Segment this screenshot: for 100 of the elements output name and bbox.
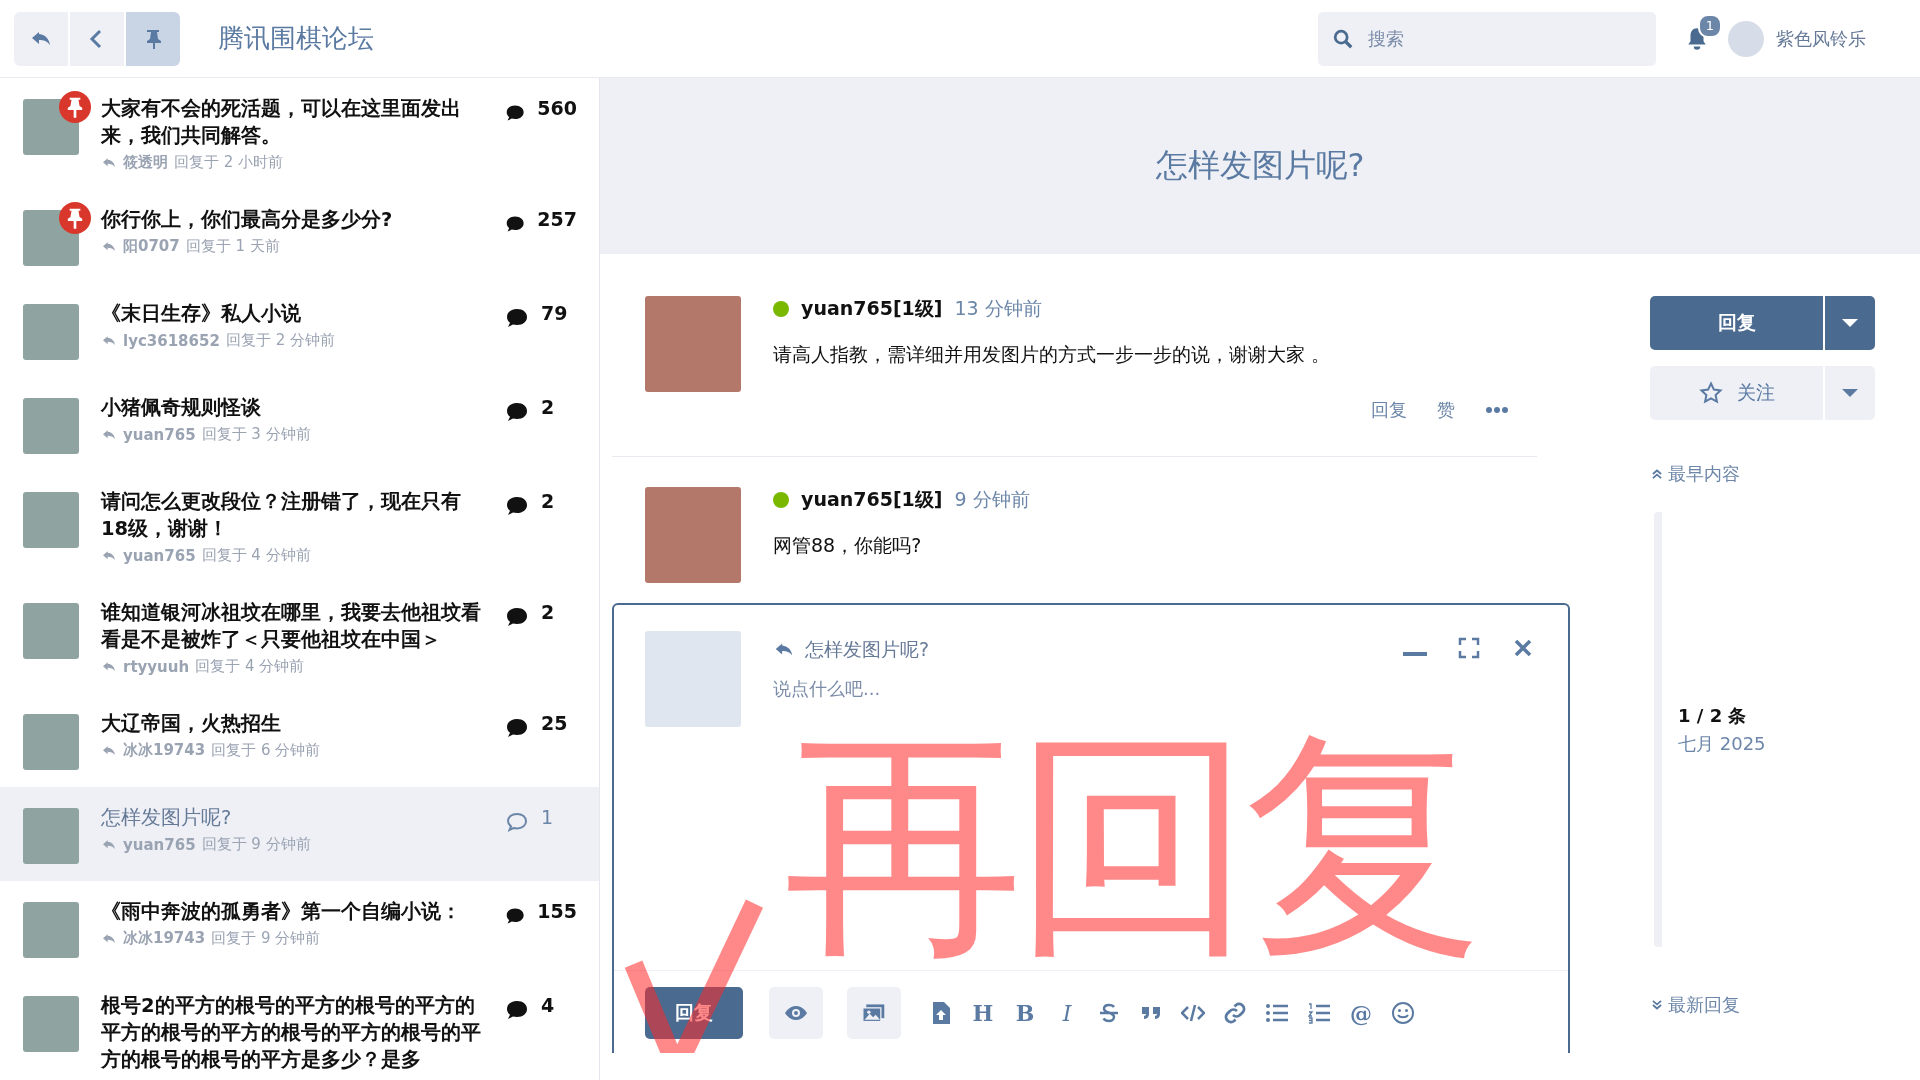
reply-count: 257	[537, 208, 577, 230]
follow-button[interactable]: 关注	[1650, 366, 1823, 420]
topic-row[interactable]: 请问怎么更改段位？注册错了，现在只有18级，谢谢！ yuan765 回复于 4 分钟前 2	[0, 471, 599, 582]
topic-row[interactable]: 《雨中奔波的孤勇者》第一个自编小说： 冰冰19743 回复于 9 分钟前 155	[0, 881, 599, 975]
more-icon	[1485, 406, 1509, 414]
double-chevron-down-icon	[1650, 998, 1664, 1012]
discussion-title: 怎样发图片呢?	[1155, 145, 1365, 186]
caret-icon	[1842, 319, 1858, 327]
search-input[interactable]: 搜索	[1366, 27, 1630, 50]
star-icon	[1698, 381, 1723, 405]
topic-title[interactable]: 请问怎么更改段位？注册错了，现在只有18级，谢谢！	[101, 488, 483, 542]
reply-button[interactable]	[14, 11, 68, 66]
reply-author[interactable]: yuan765	[123, 546, 196, 565]
topic-title[interactable]: 大辽帝国，火热招生	[101, 710, 483, 737]
reply-time: 回复于 9 分钟前	[201, 835, 311, 854]
format-button[interactable]: I	[1051, 997, 1083, 1029]
username[interactable]: 紫色风铃乐	[1776, 26, 1866, 51]
post-action-button[interactable]: 回复	[1363, 394, 1415, 426]
reply-author[interactable]: 冰冰19743	[123, 741, 206, 760]
timeline-track[interactable]: 1 / 2 条 七月 2025	[1654, 512, 1875, 947]
reply-count: 1	[541, 806, 554, 828]
dropdown-button[interactable]	[1825, 366, 1875, 420]
pin-button[interactable]	[126, 11, 180, 66]
reply-count: 4	[541, 994, 555, 1016]
topic-title[interactable]: 谁知道银河冰祖坟在哪里，我要去他祖坟看看是不是被炸了＜只要他祖坟在中国＞	[101, 599, 483, 653]
avatar-placeholder	[23, 398, 79, 454]
topic-row[interactable]: 怎样发图片呢? yuan765 回复于 9 分钟前 1	[0, 787, 599, 881]
reply-time: 回复于 1 天前	[185, 237, 280, 256]
topic-row[interactable]: 大家有不会的死活题，可以在这里面发出来，我们共同解答。 筱透明 回复于 2 小时前 560	[0, 78, 599, 189]
topic-row[interactable]: 谁知道银河冰祖坟在哪里，我要去他祖坟看看是不是被炸了＜只要他祖坟在中国＞ rtyyuuh 回复于 4 分钟前 2	[0, 582, 599, 693]
minimize-icon	[1403, 652, 1427, 656]
topic-row[interactable]: 小猪佩奇规则怪谈 yuan765 回复于 3 分钟前 2	[0, 377, 599, 471]
first-post-link[interactable]: 最早内容	[1650, 462, 1740, 486]
dropdown-button[interactable]	[1825, 296, 1875, 350]
topic-title[interactable]: 《雨中奔波的孤勇者》第一个自编小说：	[101, 898, 483, 925]
topic-title[interactable]: 小猪佩奇规则怪谈	[101, 394, 483, 421]
avatar-placeholder	[23, 808, 79, 864]
avatar-placeholder	[23, 714, 79, 770]
reply-author[interactable]: yuan765	[123, 425, 196, 444]
post-position: 1 / 2 条	[1678, 703, 1748, 728]
speech-bubble-icon	[505, 810, 529, 834]
topic-row[interactable]: 根号2的平方的根号的平方的根号的平方的平方的根号的平方的根号的平方的根号的平方的根号的根号的平方是多少？是多 4	[0, 975, 599, 1080]
topic-row[interactable]: 大辽帝国，火热招生 冰冰19743 回复于 6 分钟前 25	[0, 693, 599, 787]
speech-bubble-icon	[505, 494, 529, 518]
speech-bubble-icon	[505, 306, 529, 330]
reply-submit-button[interactable]: 回复	[645, 987, 743, 1039]
speech-bubble-icon	[505, 998, 529, 1022]
reply-time: 回复于 6 分钟前	[211, 741, 321, 760]
handwritten-annotation: 再回复	[784, 725, 1474, 965]
caret-icon	[1842, 389, 1858, 397]
reply-count: 2	[541, 490, 555, 512]
site-title[interactable]: 腾讯围棋论坛	[218, 21, 374, 56]
reply-time: 回复于 2 分钟前	[225, 331, 335, 350]
eye-button[interactable]	[769, 987, 823, 1039]
reply-author[interactable]: 筱透明	[123, 153, 168, 172]
reply-time: 回复于 3 分钟前	[201, 425, 311, 444]
reply-count: 79	[541, 302, 568, 324]
reply-time: 回复于 9 分钟前	[211, 929, 321, 948]
images-button[interactable]	[847, 987, 901, 1039]
avatar-placeholder	[23, 304, 79, 360]
topic-row[interactable]: 你行你上，你们最高分是多少分? 阳0707 回复于 1 天前 257	[0, 189, 599, 283]
post-time[interactable]: 13 分钟前	[954, 296, 1042, 322]
topic-title[interactable]: 怎样发图片呢?	[101, 804, 483, 831]
reply-time: 回复于 4 分钟前	[201, 546, 311, 565]
avatar-placeholder	[23, 492, 79, 548]
reply-count: 2	[541, 396, 555, 418]
smiley-icon	[1391, 1001, 1415, 1025]
topic-title[interactable]: 根号2的平方的根号的平方的根号的平方的平方的根号的平方的根号的平方的根号的平方的根号的根号的平方是多少？是多	[101, 992, 483, 1073]
post-text: 请高人指教，需详细并用发图片的方式一步一步的说，谢谢大家 。	[773, 342, 1332, 367]
fullscreen-icon	[1457, 636, 1481, 660]
avatar-placeholder	[23, 902, 79, 958]
reply-count: 560	[537, 97, 577, 119]
reply-author[interactable]: 冰冰19743	[123, 929, 206, 948]
reply-button[interactable]: 回复	[1650, 296, 1823, 350]
post-time[interactable]: 9 分钟前	[954, 487, 1030, 513]
reply-author[interactable]: 阳0707	[123, 237, 180, 256]
post-author[interactable]: yuan765[1级]	[801, 296, 943, 322]
format-button[interactable]: @	[1345, 997, 1377, 1029]
format-button[interactable]: H	[967, 997, 999, 1029]
latest-reply-link[interactable]: 最新回复	[1650, 993, 1740, 1017]
link-icon	[1223, 1001, 1247, 1025]
post-text: 网管88，你能吗?	[773, 533, 923, 558]
post-author[interactable]: yuan765[1级]	[801, 487, 943, 513]
reply-time: 回复于 2 小时前	[174, 153, 284, 172]
double-chevron-up-icon	[1650, 467, 1664, 481]
reply-author[interactable]: rtyyuuh	[123, 657, 190, 676]
reply-target: 怎样发图片呢?	[805, 637, 930, 662]
avatar-placeholder	[23, 603, 79, 659]
search-field[interactable]: 搜索	[1318, 11, 1656, 66]
reply-author[interactable]: lyc3618652	[123, 331, 220, 350]
topic-title[interactable]: 《末日生存》私人小说	[101, 300, 483, 327]
avatar-placeholder	[23, 996, 79, 1052]
topic-title[interactable]: 大家有不会的死活题，可以在这里面发出来，我们共同解答。	[101, 95, 483, 149]
speech-bubble-icon	[505, 716, 529, 740]
numbered-list-icon	[1307, 1001, 1331, 1025]
topic-row[interactable]: 《末日生存》私人小说 lyc3618652 回复于 2 分钟前 79	[0, 283, 599, 377]
post-action-button[interactable]: 赞	[1429, 394, 1463, 426]
format-button[interactable]: B	[1009, 997, 1041, 1029]
notification-count: 1	[1698, 13, 1722, 38]
topic-title[interactable]: 你行你上，你们最高分是多少分?	[101, 206, 483, 233]
